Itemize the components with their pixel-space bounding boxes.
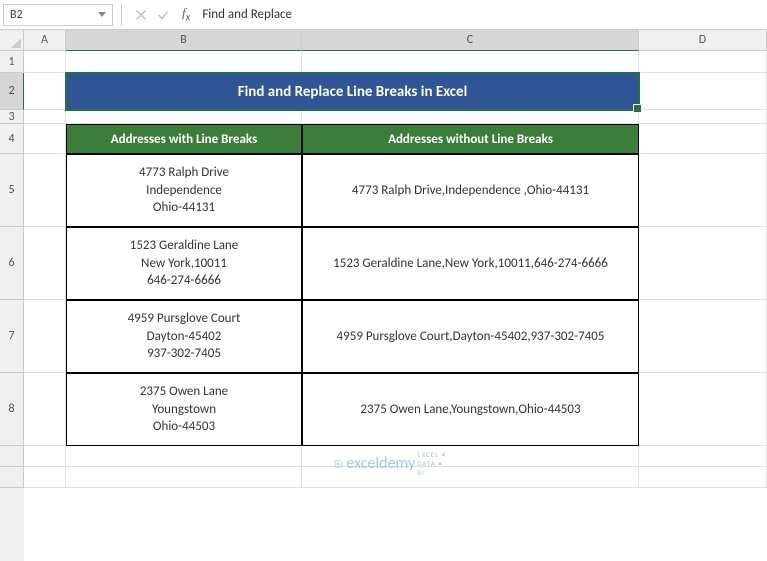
cell-C1[interactable]: [302, 51, 639, 73]
row-header-8[interactable]: 8: [0, 373, 24, 446]
data-cell-b6[interactable]: 1523 Geraldine Lane New York,10011 646-2…: [66, 227, 302, 300]
watermark: exceldemy EXCEL • DATA • BI: [334, 450, 449, 477]
header-c-text: Addresses without Line Breaks: [388, 132, 553, 147]
cell-A6[interactable]: [24, 227, 66, 300]
title-cell[interactable]: Find and Replace Line Breaks in Excel: [66, 73, 639, 110]
cell-A9[interactable]: [24, 446, 66, 467]
formula-bar-row: B2 fx: [0, 0, 767, 30]
cell-A3[interactable]: [24, 110, 66, 124]
row-header-7[interactable]: 7: [0, 300, 24, 373]
cell-B10[interactable]: [66, 467, 302, 488]
col-header-C[interactable]: C: [302, 30, 639, 51]
row-header-1[interactable]: 1: [0, 51, 24, 73]
cell-C3[interactable]: [302, 110, 639, 124]
cell-D4[interactable]: [639, 124, 767, 154]
watermark-sub: EXCEL • DATA • BI: [417, 450, 449, 477]
row-header-blank-9[interactable]: [0, 467, 24, 488]
sheet-area: 12345678 Find and Replace Line Breaks in…: [0, 51, 767, 561]
header-b-text: Addresses with Line Breaks: [111, 132, 257, 147]
column-headers-row: ABCD: [0, 30, 767, 51]
data-cell-b7[interactable]: 4959 Pursglove Court Dayton-45402 937-30…: [66, 300, 302, 373]
cell-D2[interactable]: [639, 73, 767, 110]
data-cell-c6[interactable]: 1523 Geraldine Lane,New York,10011,646-2…: [302, 227, 639, 300]
name-box-value: B2: [10, 8, 98, 22]
col-header-D[interactable]: D: [639, 30, 767, 51]
cell-D8[interactable]: [639, 373, 767, 446]
row-header-5[interactable]: 5: [0, 154, 24, 227]
cell-A8[interactable]: [24, 373, 66, 446]
data-cell-b5[interactable]: 4773 Ralph Drive Independence Ohio-44131: [66, 154, 302, 227]
col-header-A[interactable]: A: [24, 30, 66, 51]
dropdown-arrow-icon[interactable]: [98, 12, 106, 17]
row-headers: 12345678: [0, 51, 24, 561]
name-box[interactable]: B2: [3, 4, 113, 26]
cell-D10[interactable]: [639, 467, 767, 488]
data-cell-c7[interactable]: 4959 Pursglove Court,Dayton-45402,937-30…: [302, 300, 639, 373]
divider: [121, 4, 122, 26]
cell-A7[interactable]: [24, 300, 66, 373]
cell-A4[interactable]: [24, 124, 66, 154]
formula-bar-input[interactable]: [194, 4, 767, 26]
row-header-3[interactable]: 3: [0, 110, 24, 124]
cell-B3[interactable]: [66, 110, 302, 124]
row-header-blank-8[interactable]: [0, 446, 24, 467]
title-text: Find and Replace Line Breaks in Excel: [238, 83, 468, 101]
header-col-c[interactable]: Addresses without Line Breaks: [302, 124, 639, 154]
watermark-brand: exceldemy: [346, 454, 415, 473]
cell-D3[interactable]: [639, 110, 767, 124]
row-header-6[interactable]: 6: [0, 227, 24, 300]
cell-A10[interactable]: [24, 467, 66, 488]
header-col-b[interactable]: Addresses with Line Breaks: [66, 124, 302, 154]
data-cell-b8[interactable]: 2375 Owen Lane Youngstown Ohio-44503: [66, 373, 302, 446]
cell-B1[interactable]: [66, 51, 302, 73]
cell-D9[interactable]: [639, 446, 767, 467]
cell-A5[interactable]: [24, 154, 66, 227]
cell-A1[interactable]: [24, 51, 66, 73]
row-header-2[interactable]: 2: [0, 73, 24, 110]
cell-D6[interactable]: [639, 227, 767, 300]
cell-B9[interactable]: [66, 446, 302, 467]
enter-icon[interactable]: [152, 4, 174, 26]
watermark-logo-icon: [334, 455, 342, 473]
select-all-corner[interactable]: [0, 30, 24, 51]
cancel-icon[interactable]: [130, 4, 152, 26]
cell-D5[interactable]: [639, 154, 767, 227]
cell-A2[interactable]: [24, 73, 66, 110]
data-cell-c8[interactable]: 2375 Owen Lane,Youngstown,Ohio-44503: [302, 373, 639, 446]
cell-D1[interactable]: [639, 51, 767, 73]
row-header-4[interactable]: 4: [0, 124, 24, 154]
fx-icon[interactable]: fx: [182, 5, 190, 24]
data-cell-c5[interactable]: 4773 Ralph Drive,Independence ,Ohio-4413…: [302, 154, 639, 227]
cell-D7[interactable]: [639, 300, 767, 373]
col-header-B[interactable]: B: [66, 30, 302, 51]
column-headers: ABCD: [24, 30, 767, 51]
